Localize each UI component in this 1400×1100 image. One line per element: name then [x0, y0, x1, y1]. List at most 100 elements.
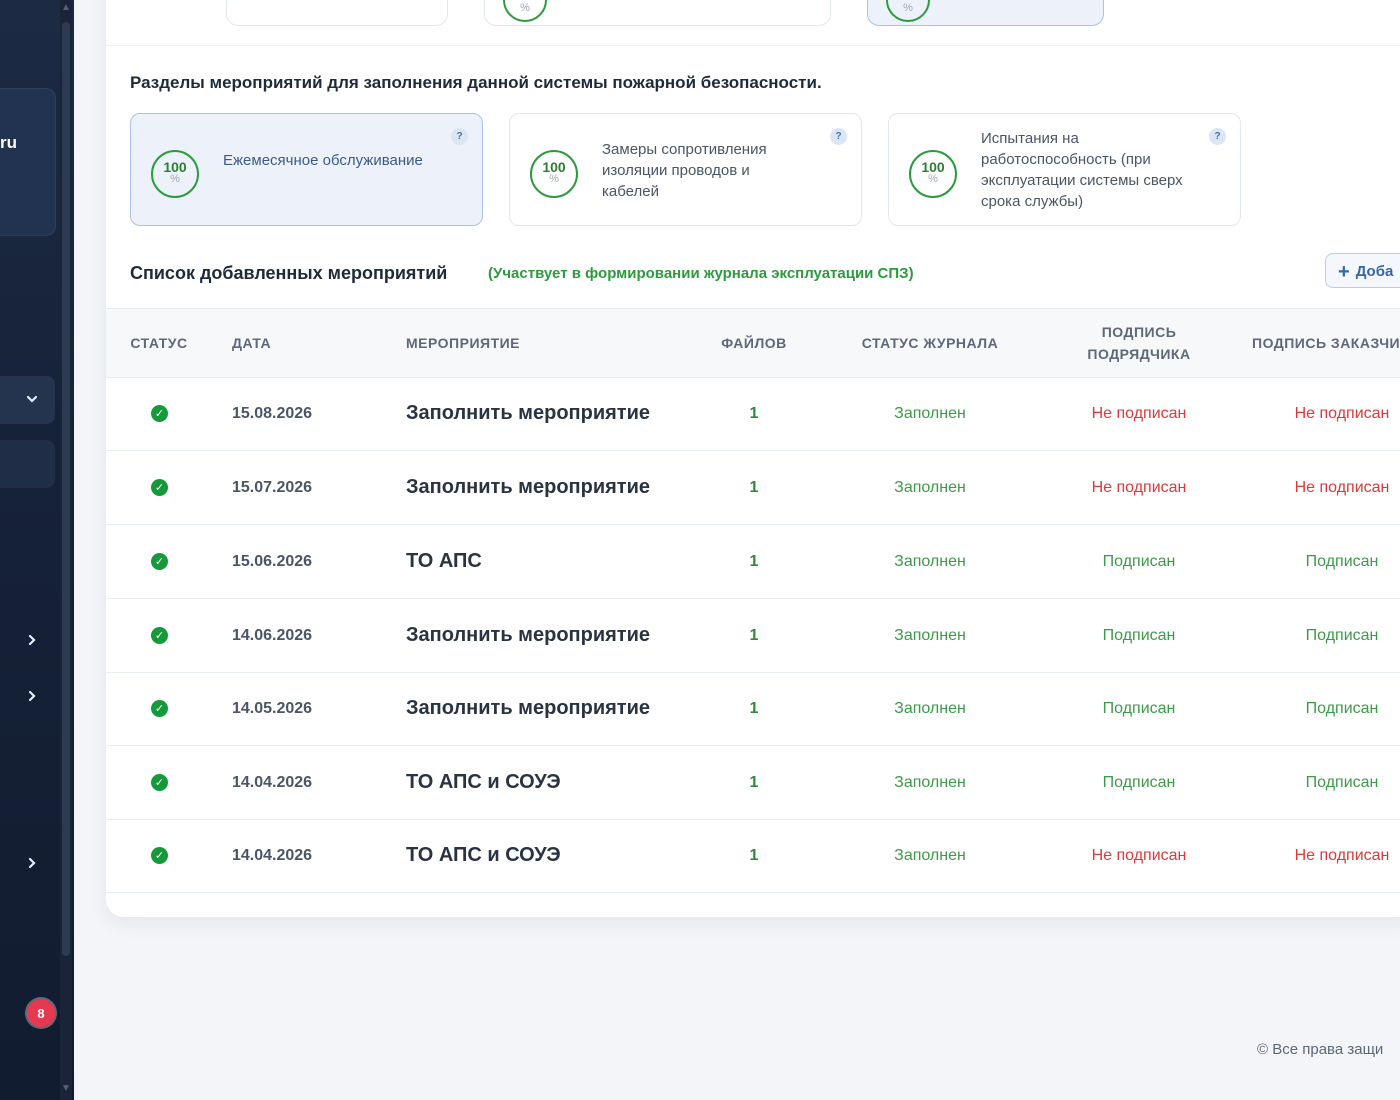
row-journal-status: Заполнен: [894, 699, 966, 717]
col-contractor-line1: ПОДПИСЬ: [1101, 324, 1177, 340]
sidebar-subitem[interactable]: [0, 440, 55, 488]
row-contractor-sign[interactable]: Подписан: [1059, 525, 1219, 598]
check-circle-icon: ✓: [151, 774, 168, 791]
row-date: 15.06.2026: [232, 552, 313, 570]
row-customer-sign[interactable]: Подписан: [1252, 599, 1400, 672]
row-files-count[interactable]: 1: [704, 819, 804, 892]
row-event-link[interactable]: ТО АПС: [406, 525, 706, 598]
row-event-link[interactable]: Заполнить мероприятие: [406, 599, 706, 672]
scroll-down-arrow-icon[interactable]: ▼: [60, 1083, 72, 1097]
row-files-count[interactable]: 1: [704, 599, 804, 672]
row-journal-status: Заполнен: [894, 478, 966, 496]
chevron-down-icon[interactable]: [24, 392, 40, 408]
col-contractor[interactable]: ПОДПИСЬ ПОДРЯДЧИКА: [1059, 321, 1219, 365]
plus-icon: +: [1338, 261, 1350, 283]
row-event-link[interactable]: Заполнить мероприятие: [406, 672, 706, 745]
table-row[interactable]: ✓ 14.04.2026 ТО АПС и СОУЭ 1 Заполнен Подписа…: [106, 746, 1400, 820]
table-row[interactable]: ✓ 14.04.2026 ТО АПС и СОУЭ 1 Заполнен Не подп…: [106, 819, 1400, 893]
divider: [106, 45, 1400, 46]
check-circle-icon: ✓: [151, 405, 168, 422]
row-journal-status: Заполнен: [894, 552, 966, 570]
row-contractor-sign[interactable]: Подписан: [1059, 599, 1219, 672]
row-journal-status: Заполнен: [894, 404, 966, 422]
row-customer-sign[interactable]: Не подписан: [1252, 819, 1400, 892]
check-circle-icon: ✓: [151, 847, 168, 864]
row-customer-sign[interactable]: Подписан: [1252, 525, 1400, 598]
row-files-count[interactable]: 1: [704, 377, 804, 450]
table-row[interactable]: ✓ 14.05.2026 Заполнить мероприятие 1 Заполне…: [106, 672, 1400, 746]
section-card-testing[interactable]: 100 % Испытания на работоспособность (пр…: [888, 113, 1241, 226]
row-customer-sign[interactable]: Не подписан: [1252, 377, 1400, 450]
row-date: 15.08.2026: [232, 404, 313, 422]
add-event-button[interactable]: + Доба: [1325, 253, 1400, 288]
col-customer[interactable]: ПОДПИСЬ ЗАКАЗЧИ: [1252, 332, 1400, 354]
row-files-count[interactable]: 1: [704, 672, 804, 745]
row-journal-status: Заполнен: [894, 773, 966, 791]
table-row[interactable]: ✓ 14.06.2026 Заполнить мероприятие 1 Заполне…: [106, 599, 1400, 673]
col-event[interactable]: МЕРОПРИЯТИЕ: [406, 332, 546, 354]
table-row[interactable]: ✓ 15.07.2026 Заполнить мероприятие 1 Заполне…: [106, 451, 1400, 525]
sidebar-account-card[interactable]: ru: [0, 88, 56, 236]
add-event-label: Доба: [1355, 263, 1394, 280]
footer-copyright: © Все права защи: [1257, 1041, 1384, 1058]
row-customer-sign[interactable]: Подписан: [1252, 672, 1400, 745]
col-status[interactable]: СТАТУС: [126, 332, 192, 354]
row-customer-sign[interactable]: Подписан: [1252, 746, 1400, 819]
row-customer-sign[interactable]: Не подписан: [1252, 451, 1400, 524]
sidebar-scrollbar-thumb[interactable]: [62, 22, 70, 956]
help-icon[interactable]: ?: [451, 128, 468, 145]
row-contractor-sign[interactable]: Не подписан: [1059, 377, 1219, 450]
row-files-count[interactable]: 1: [704, 451, 804, 524]
row-event-link[interactable]: ТО АПС и СОУЭ: [406, 819, 706, 892]
list-title: Список добавленных мероприятий: [130, 263, 448, 283]
row-event-link[interactable]: Заполнить мероприятие: [406, 377, 706, 450]
chevron-right-icon[interactable]: [24, 689, 40, 705]
help-icon[interactable]: ?: [830, 128, 847, 145]
top-tab-3-active[interactable]: %: [867, 0, 1104, 26]
row-journal-status: Заполнен: [894, 846, 966, 864]
table-row[interactable]: ✓ 15.06.2026 ТО АПС 1 Заполнен Подписан Подпис…: [106, 525, 1400, 599]
row-status: ✓: [151, 599, 169, 672]
section-card-insulation[interactable]: 100 % Замеры сопротивления изоляции пров…: [509, 113, 862, 226]
section-card-label: Ежемесячное обслуживание: [223, 152, 423, 169]
row-journal-status: Заполнен: [894, 626, 966, 644]
section-card-label: Замеры сопротивления изоляции проводов и…: [602, 141, 767, 200]
chevron-right-icon[interactable]: [24, 856, 40, 872]
row-files-count[interactable]: 1: [704, 525, 804, 598]
row-files-count[interactable]: 1: [704, 746, 804, 819]
progress-circle: 100 %: [909, 150, 957, 198]
row-contractor-sign[interactable]: Не подписан: [1059, 819, 1219, 892]
section-card-monthly[interactable]: 100 % Ежемесячное обслуживание ?: [130, 113, 483, 226]
table-row[interactable]: ✓ 15.08.2026 Заполнить мероприятие 1 Заполне…: [106, 377, 1400, 451]
row-status: ✓: [151, 672, 169, 745]
table-header: СТАТУС ДАТА МЕРОПРИЯТИЕ ФАЙЛОВ СТАТУС ЖУ…: [106, 308, 1400, 378]
row-date: 14.04.2026: [232, 773, 313, 791]
top-tab-2[interactable]: %: [484, 0, 831, 26]
list-note: (Участвует в формировании журнала эксплу…: [488, 265, 914, 282]
col-files[interactable]: ФАЙЛОВ: [704, 332, 804, 354]
row-event-link[interactable]: Заполнить мероприятие: [406, 451, 706, 524]
sections-title: Разделы мероприятий для заполнения данно…: [130, 73, 822, 92]
progress-circle: 100 %: [530, 150, 578, 198]
row-status: ✓: [151, 746, 169, 819]
scroll-up-arrow-icon[interactable]: ▲: [60, 2, 72, 16]
row-event-link[interactable]: ТО АПС и СОУЭ: [406, 746, 706, 819]
progress-ring-icon: %: [503, 0, 547, 22]
main-card: % % Разделы мероприятий для заполнения д…: [106, 0, 1400, 917]
col-date[interactable]: ДАТА: [232, 332, 276, 354]
chevron-right-icon[interactable]: [24, 633, 40, 649]
row-status: ✓: [151, 377, 169, 450]
row-status: ✓: [151, 525, 169, 598]
help-icon[interactable]: ?: [1209, 128, 1226, 145]
row-date: 14.05.2026: [232, 699, 313, 717]
row-date: 14.04.2026: [232, 846, 313, 864]
top-tab-1[interactable]: [226, 0, 448, 26]
sidebar-item-active[interactable]: [0, 376, 55, 424]
col-journal[interactable]: СТАТУС ЖУРНАЛА: [840, 332, 1020, 354]
col-contractor-line2: ПОДРЯДЧИКА: [1087, 346, 1191, 362]
notification-badge[interactable]: 8: [27, 999, 55, 1027]
row-contractor-sign[interactable]: Не подписан: [1059, 451, 1219, 524]
row-contractor-sign[interactable]: Подписан: [1059, 672, 1219, 745]
row-contractor-sign[interactable]: Подписан: [1059, 746, 1219, 819]
check-circle-icon: ✓: [151, 479, 168, 496]
